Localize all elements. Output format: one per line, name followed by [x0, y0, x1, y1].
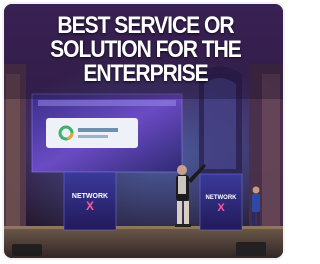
networkx-logo-mark-right: X [217, 202, 225, 214]
award-photo-card: NETWORK X NETWORK X BEST SERVICE OR SOLU… [2, 2, 285, 260]
headline-line-2: SOLUTION FOR THE [50, 36, 242, 63]
networkx-logo-mark: X [86, 199, 94, 213]
headline-line-3: ENTERPRISE [83, 60, 208, 87]
headline-line-1: BEST SERVICE OR [57, 12, 234, 39]
networkx-banner-right: NETWORK X [199, 173, 243, 231]
stage-monitor [236, 242, 266, 256]
networkx-logo-text-right: NETWORK [206, 195, 238, 201]
networkx-banner-left: NETWORK X [63, 171, 117, 231]
award-category-headline: BEST SERVICE OR SOLUTION FOR THE ENTERPR… [24, 12, 267, 87]
